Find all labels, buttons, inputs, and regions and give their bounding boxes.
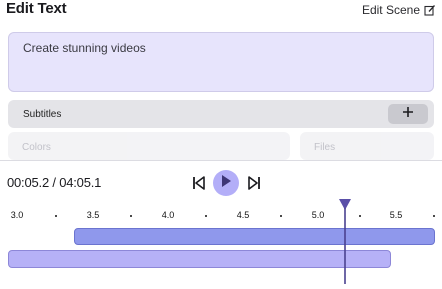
- tick-label: 3.5: [86, 210, 100, 220]
- tick-dot: [130, 215, 132, 217]
- edit-scene-button[interactable]: Edit Scene: [362, 3, 436, 17]
- timeline-clip-secondary[interactable]: [8, 250, 391, 268]
- tick-label: 5.0: [311, 210, 325, 220]
- time-readout: 00:05.2 / 04:05.1: [7, 175, 102, 190]
- edit-scene-label: Edit Scene: [361, 3, 420, 17]
- skip-next-icon[interactable]: [247, 175, 261, 196]
- text-editor-field[interactable]: Create stunning videos: [8, 32, 434, 92]
- subtitles-label: Subtitles: [23, 109, 62, 120]
- skip-previous-icon[interactable]: [192, 175, 206, 196]
- tick-dot: [205, 215, 207, 217]
- timeline-clip-primary[interactable]: [74, 228, 435, 245]
- tick-dot: [55, 215, 57, 217]
- tick-label: 5.5: [389, 210, 403, 220]
- timeline-ruler[interactable]: 3.0 3.5 4.0 4.5 5.0 5.5: [0, 200, 442, 226]
- add-subtitle-button[interactable]: [388, 104, 428, 124]
- tick-dot: [359, 215, 361, 217]
- panel-divider: [0, 160, 442, 161]
- play-button[interactable]: [213, 170, 239, 196]
- tick-label: 4.0: [161, 210, 175, 220]
- faded-tab-files[interactable]: Files: [300, 132, 434, 160]
- faded-tab-colors[interactable]: Colors: [8, 132, 290, 160]
- subtitles-row[interactable]: Subtitles: [8, 100, 434, 128]
- play-icon: [220, 174, 232, 193]
- playhead-handle[interactable]: [338, 198, 352, 284]
- playback-controls: [192, 170, 264, 196]
- faded-tabs: Colors Files: [0, 132, 442, 160]
- page-title: Edit Text: [6, 0, 67, 17]
- tick-label: 4.5: [236, 210, 250, 220]
- text-editor-value: Create stunning videos: [23, 41, 146, 55]
- edit-icon: [424, 4, 436, 16]
- tick-dot: [280, 215, 282, 217]
- header: Edit Text Edit Scene: [0, 0, 442, 26]
- plus-icon: [402, 105, 414, 123]
- tick-dot: [433, 215, 435, 217]
- tick-label: 3.0: [10, 210, 24, 220]
